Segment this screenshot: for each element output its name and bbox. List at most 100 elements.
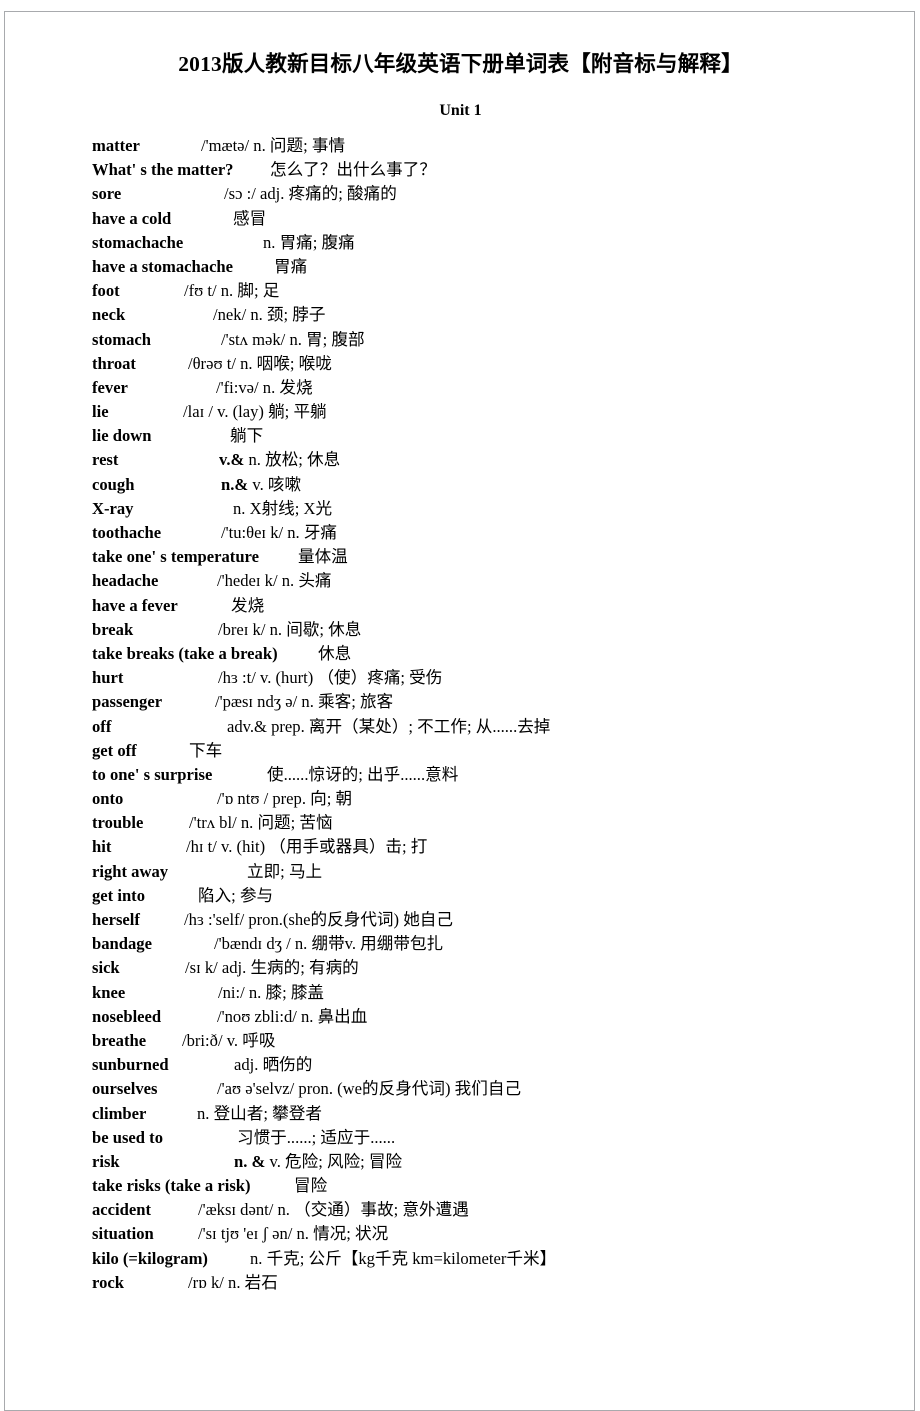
entry-gloss: /hɜ :t/ v. (hurt) （使）疼痛; 受伤: [218, 668, 443, 688]
entry-headword: sunburned: [92, 1055, 169, 1075]
entry-headword: trouble: [92, 813, 144, 833]
vocabulary-entry: cough n.& v. 咳嗽: [5, 473, 916, 497]
page-content: 2013版人教新目标八年级英语下册单词表【附音标与解释】 Unit 1 matt…: [5, 12, 916, 1295]
entry-gloss: /hɜ :'self/ pron.(she的反身代词) 她自己: [184, 910, 453, 929]
vocabulary-entry: hit/hɪ t/ v. (hit) （用手或器具）击; 打: [5, 835, 916, 859]
entry-gloss: /nek/ n. 颈; 脖子: [213, 305, 326, 325]
entry-headword: stomach: [92, 329, 151, 349]
entry-gloss: 量体温: [298, 547, 348, 567]
entry-gloss: /sɪ k/ adj. 生病的; 有病的: [185, 958, 359, 978]
vocabulary-entry: breathe/bri:ð/ v. 呼吸: [5, 1029, 916, 1053]
entry-gloss: n. X射线; X光: [233, 498, 333, 518]
entry-headword: passenger: [92, 692, 163, 712]
entry-gloss: /hɪ t/ v. (hit) （用手或器具）击; 打: [186, 837, 428, 857]
entry-gloss: n. & v. 危险; 风险; 冒险: [234, 1151, 403, 1171]
vocabulary-entry: be used to 习惯于......; 适应于......: [5, 1126, 916, 1150]
entry-gloss: /'trʌ bl/ n. 问题; 苦恼: [189, 813, 333, 833]
vocabulary-entry: nosebleed /'noʊ zbli:d/ n. 鼻出血: [5, 1005, 916, 1029]
vocabulary-entry: hurt/hɜ :t/ v. (hurt) （使）疼痛; 受伤: [5, 666, 916, 690]
vocabulary-entry: get off 下车: [5, 739, 916, 763]
entry-headword: stomachache: [92, 232, 184, 252]
vocabulary-entry: lie/laɪ / v. (lay) 躺; 平躺: [5, 400, 916, 424]
entry-headword: get into: [92, 885, 145, 905]
entry-headword: have a cold: [92, 208, 172, 228]
entry-gloss: /sɔ :/ adj. 疼痛的; 酸痛的: [224, 184, 397, 204]
vocabulary-entry: off adv.& prep. 离开（某处）; 不工作; 从......去掉: [5, 715, 916, 739]
page-title: 2013版人教新目标八年级英语下册单词表【附音标与解释】: [178, 52, 743, 76]
entry-gloss: /bri:ð/ v. 呼吸: [182, 1030, 276, 1050]
entry-gloss: /'tu:θeɪ k/ n. 牙痛: [221, 523, 338, 542]
vocabulary-entry: to one' s surprise 使......惊讶的; 出乎......意料: [5, 763, 916, 787]
entry-headword: What' s the matter?: [92, 160, 234, 180]
vocabulary-entry: climber n. 登山者; 攀登者: [5, 1102, 916, 1126]
vocabulary-entry: toothache /'tu:θeɪ k/ n. 牙痛: [5, 521, 916, 545]
entry-gloss: 立即; 马上: [247, 861, 323, 881]
entry-headword: risk: [92, 1151, 120, 1171]
entry-gloss: /'stʌ mək/ n. 胃; 腹部: [221, 329, 365, 349]
entry-gloss: n. 登山者; 攀登者: [197, 1103, 322, 1123]
entry-headword: foot: [92, 281, 120, 301]
entry-headword: onto: [92, 789, 124, 809]
entry-gloss: /'pæsɪ ndʒ ə/ n. 乘客; 旅客: [215, 692, 394, 712]
entry-gloss: /'ɒ ntʊ / prep. 向; 朝: [217, 789, 353, 809]
entry-headword: accident: [92, 1200, 151, 1220]
entry-gloss: 怎么了？出什么事了？: [270, 160, 436, 180]
vocabulary-entry: knee/ni:/ n. 膝; 膝盖: [5, 981, 916, 1005]
entry-headword: sore: [92, 184, 122, 204]
entry-gloss: n. 千克; 公斤【kg千克 km=kilometer千米】: [250, 1248, 557, 1268]
vocabulary-entry: ourselves /'aʊ ə'selvz/ pron. (we的反身代词) 我…: [5, 1077, 916, 1101]
entry-gloss: /'hedeɪ k/ n. 头痛: [217, 571, 332, 591]
vocabulary-entry: sick/sɪ k/ adj. 生病的; 有病的: [5, 956, 916, 980]
entry-headword: headache: [92, 571, 159, 591]
entry-gloss: 下车: [189, 740, 223, 760]
vocabulary-entry: trouble /'trʌ bl/ n. 问题; 苦恼: [5, 811, 916, 835]
vocabulary-entry: kilo (=kilogram) n. 千克; 公斤【kg千克 km=kilome…: [5, 1247, 916, 1271]
entry-gloss: n. 胃痛; 腹痛: [263, 232, 355, 252]
entry-headword: to one' s surprise: [92, 764, 213, 784]
vocabulary-entry: take breaks (take a break) 休息: [5, 642, 916, 666]
entry-headword: rest: [92, 450, 119, 470]
entry-headword: toothache: [92, 523, 162, 542]
vocabulary-entry: rest v.& n. 放松; 休息: [5, 448, 916, 472]
entry-gloss: 休息: [318, 643, 352, 663]
vocabulary-entry: stomachache n. 胃痛; 腹痛: [5, 231, 916, 255]
vocabulary-entry: sore/sɔ :/ adj. 疼痛的; 酸痛的: [5, 182, 916, 206]
entry-gloss: v.& n. 放松; 休息: [219, 450, 341, 470]
entry-headword: ourselves: [92, 1079, 158, 1099]
page-frame: 2013版人教新目标八年级英语下册单词表【附音标与解释】 Unit 1 matt…: [4, 11, 915, 1411]
entry-gloss: /'aʊ ə'selvz/ pron. (we的反身代词) 我们自己: [217, 1079, 522, 1099]
entry-gloss: 冒险: [294, 1176, 328, 1196]
vocabulary-entry: onto /'ɒ ntʊ / prep. 向; 朝: [5, 787, 916, 811]
vocabulary-entry: What' s the matter? 怎么了？出什么事了？: [5, 158, 916, 182]
vocabulary-entry: risk n. & v. 危险; 风险; 冒险: [5, 1150, 916, 1174]
vocabulary-entry: take risks (take a risk) 冒险: [5, 1174, 916, 1198]
vocabulary-entry: throat/θrəʊ t/ n. 咽喉; 喉咙: [5, 352, 916, 376]
entry-headword: get off: [92, 740, 137, 760]
entry-headword: situation: [92, 1224, 154, 1244]
entry-gloss: /breɪ k/ n. 间歇; 休息: [218, 619, 362, 639]
vocabulary-entry: X-ray n. X射线; X光: [5, 497, 916, 521]
vocabulary-list: matter /'mætə/ n. 问题; 事情 What' s the matte…: [5, 120, 916, 1295]
vocabulary-entry: accident /'æksɪ dənt/ n. （交通）事故; 意外遭遇: [5, 1198, 916, 1222]
entry-gloss: adj. 晒伤的: [234, 1055, 313, 1075]
entry-gloss: adv.& prep. 离开（某处）; 不工作; 从......去掉: [227, 716, 551, 736]
entry-headword: rock: [92, 1272, 124, 1292]
entry-headword: sick: [92, 958, 120, 978]
entry-gloss: 陷入; 参与: [198, 885, 274, 905]
entry-headword: knee: [92, 982, 126, 1002]
entry-gloss: /fʊ t/ n. 脚; 足: [184, 281, 280, 301]
entry-headword: off: [92, 716, 112, 736]
entry-headword: take one' s temperature: [92, 547, 259, 567]
entry-gloss: 胃痛: [274, 256, 308, 276]
entry-headword: nosebleed: [92, 1006, 162, 1026]
entry-headword: breathe: [92, 1030, 147, 1050]
entry-gloss: /'bændɪ dʒ / n. 绷带v. 用绷带包扎: [214, 934, 444, 954]
entry-gloss: /'sɪ tjʊ 'eɪ ʃ ən/ n. 情况; 状况: [198, 1224, 389, 1244]
entry-headword: right away: [92, 861, 169, 881]
vocabulary-entry: sunburned adj. 晒伤的: [5, 1053, 916, 1077]
entry-gloss: 使......惊讶的; 出乎......意料: [267, 764, 459, 784]
entry-gloss: /rɒ k/ n. 岩石: [188, 1272, 278, 1292]
vocabulary-entry: right away 立即; 马上: [5, 860, 916, 884]
entry-headword: kilo (=kilogram): [92, 1248, 208, 1268]
entry-gloss: 感冒: [233, 208, 267, 228]
